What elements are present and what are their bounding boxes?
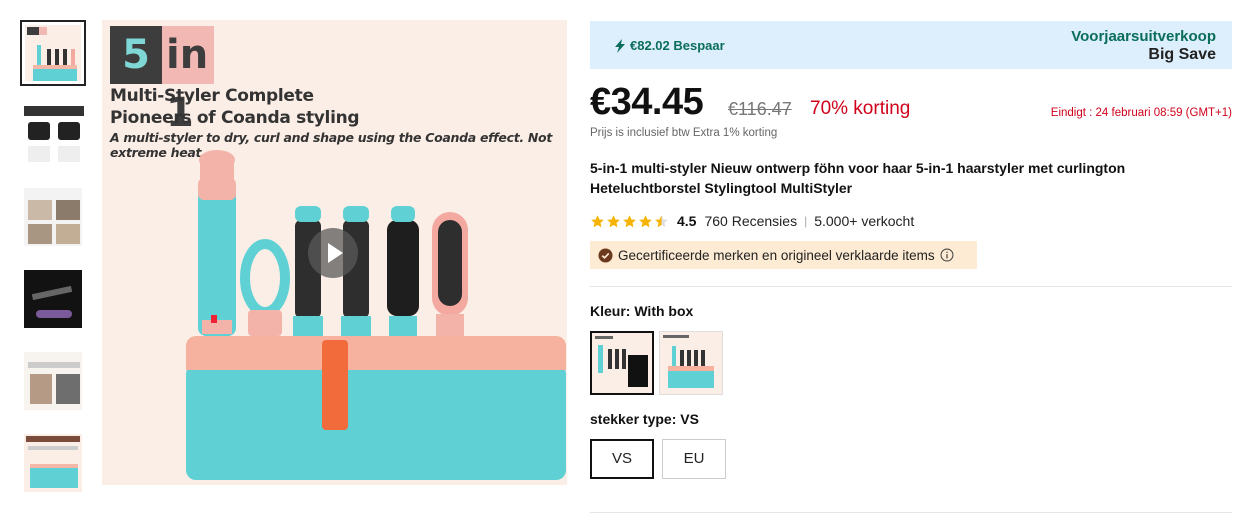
color-label: Kleur: With box — [590, 303, 694, 319]
divider — [590, 512, 1232, 513]
sale-title: Voorjaarsuitverkoop — [1071, 28, 1216, 45]
thumbnail-1[interactable] — [20, 20, 86, 86]
divider — [590, 286, 1232, 287]
product-title: 5-in-1 multi-styler Nieuw ontwerp föhn v… — [590, 160, 1126, 196]
sale-subtitle: Big Save — [1148, 46, 1216, 63]
star-rating — [590, 214, 669, 229]
star-icon — [639, 214, 652, 227]
plug-option-eu[interactable]: EU — [662, 439, 726, 479]
half-star-icon — [655, 214, 668, 227]
info-icon[interactable] — [940, 248, 954, 262]
certified-badge: Gecertificeerde merken en origineel verk… — [590, 241, 977, 269]
savings-text: €82.02 Bespaar — [630, 38, 725, 53]
sale-deadline: Eindigt : 24 februari 08:59 (GMT+1) — [1050, 107, 1232, 119]
lightning-icon — [615, 38, 625, 53]
rating-separator: | — [804, 214, 808, 228]
thumbnail-3[interactable] — [20, 184, 86, 250]
savings-label: €82.02 Bespaar — [614, 38, 725, 53]
reviews-link[interactable]: 760 Recensies — [704, 213, 797, 229]
plug-option-vs[interactable]: VS — [590, 439, 654, 479]
shield-check-icon — [598, 247, 613, 263]
star-icon — [607, 214, 620, 227]
plug-type-label: stekker type: VS — [590, 411, 699, 427]
thumbnail-4[interactable] — [20, 266, 86, 332]
main-product-image[interactable]: 5 in 1 Multi-Styler Complete Pioneers of… — [102, 20, 567, 485]
swatch-leather-case-image — [660, 332, 722, 394]
current-price: €34.45 — [590, 81, 704, 123]
star-icon — [623, 214, 636, 227]
thumbnail-6[interactable] — [20, 430, 86, 496]
promo-banner: €82.02 Bespaar Voorjaarsuitverkoop Big S… — [590, 21, 1232, 69]
thumbnail-5[interactable] — [20, 348, 86, 414]
original-price: €116.47 — [728, 99, 792, 119]
color-swatch-with-leather-case[interactable] — [659, 331, 723, 395]
swatch-with-box-image — [592, 333, 652, 393]
rating-row: 4.5 760 Recensies | 5.000+ verkocht — [590, 213, 914, 229]
tax-note: Prijs is inclusief btw Extra 1% korting — [590, 127, 778, 139]
star-icon — [591, 214, 604, 227]
thumbnail-2[interactable] — [20, 102, 86, 168]
play-video-button[interactable] — [308, 228, 358, 278]
color-swatch-with-box[interactable] — [590, 331, 654, 395]
rating-value: 4.5 — [677, 213, 697, 229]
certified-text: Gecertificeerde merken en origineel verk… — [618, 247, 935, 263]
discount-label: 70% korting — [810, 98, 911, 119]
sold-count: 5.000+ verkocht — [814, 213, 915, 229]
